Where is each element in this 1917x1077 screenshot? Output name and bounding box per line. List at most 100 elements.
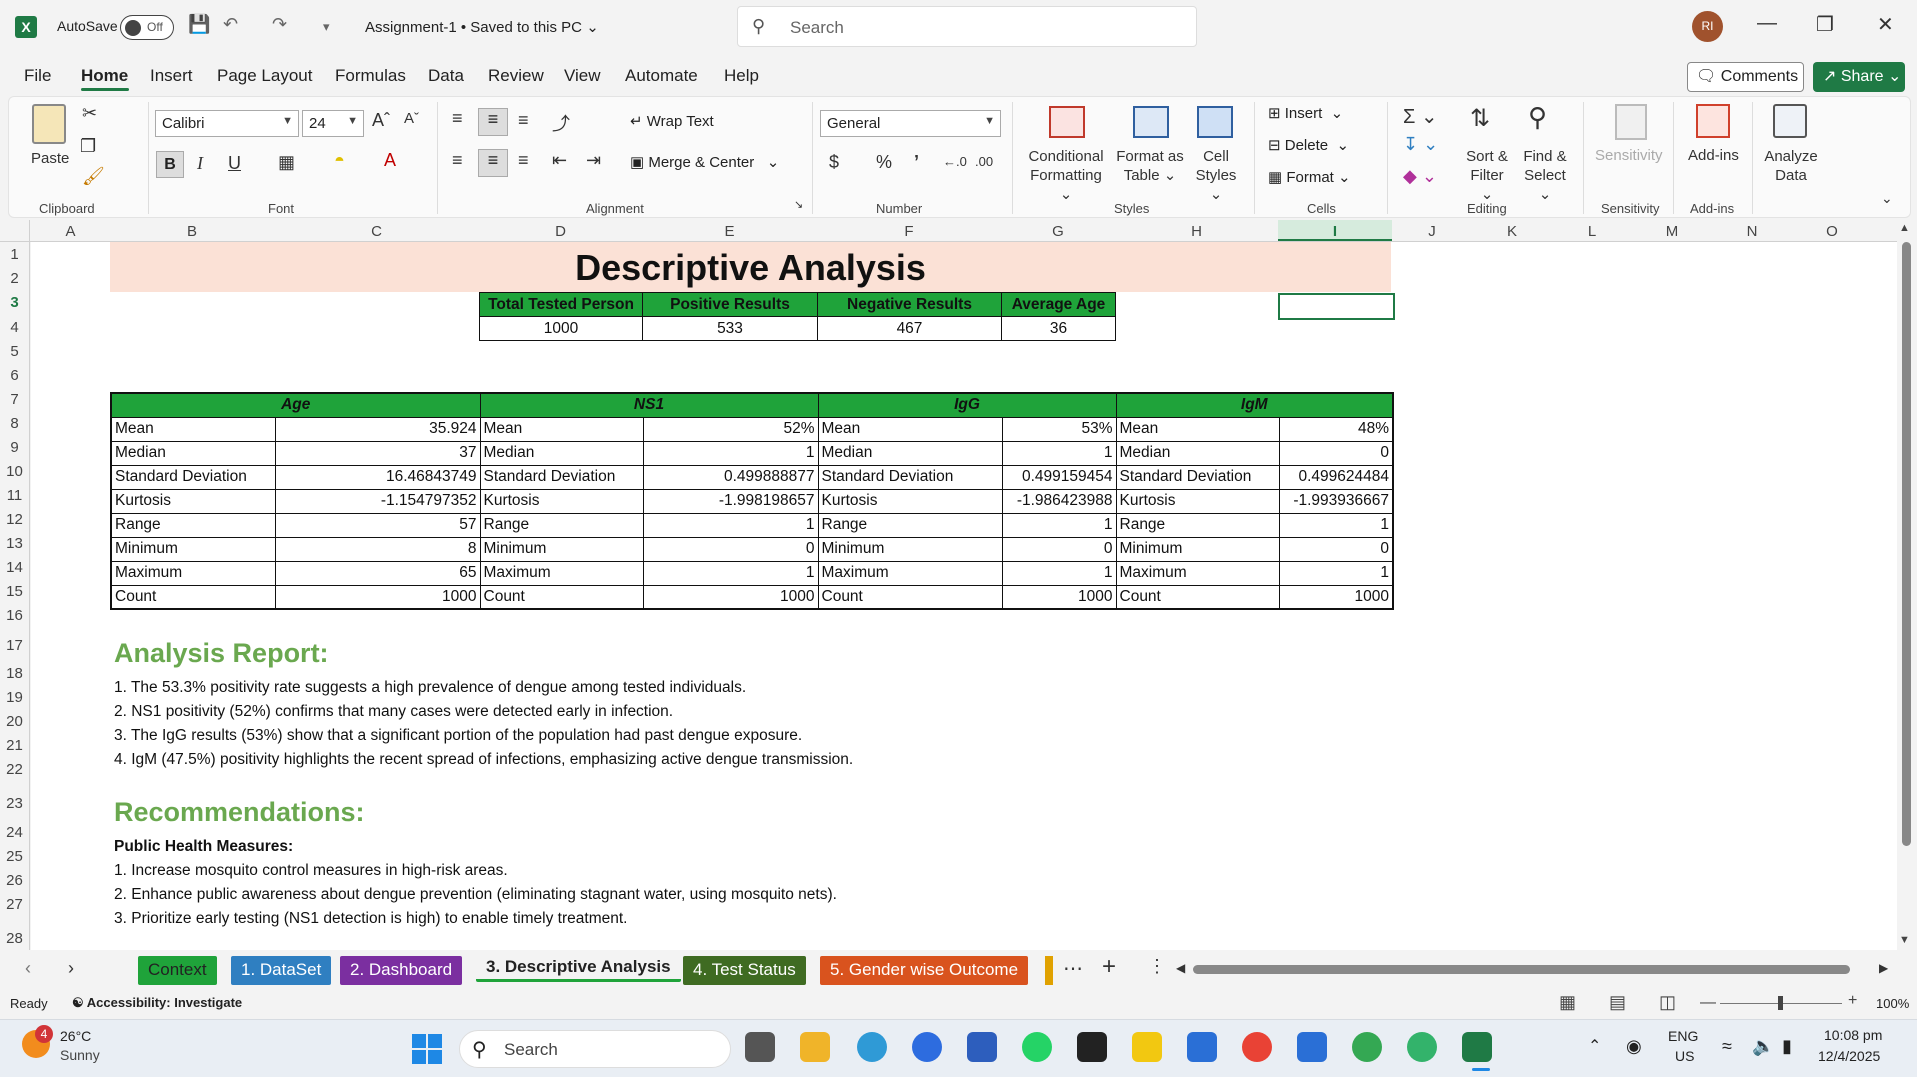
stat-value-cell[interactable]: -1.986423988 bbox=[1001, 488, 1117, 514]
stat-label-cell[interactable]: Standard Deviation bbox=[110, 464, 276, 490]
column-header-d[interactable]: D bbox=[479, 223, 642, 240]
clock-time[interactable]: 10:08 pm bbox=[1824, 1027, 1882, 1043]
stat-label-cell[interactable]: Median bbox=[817, 440, 1003, 466]
stat-label-cell[interactable]: Maximum bbox=[1115, 560, 1280, 586]
stat-value-cell[interactable]: 1 bbox=[1278, 560, 1394, 586]
tab-view[interactable]: View bbox=[564, 66, 601, 86]
zoom-level[interactable]: 100% bbox=[1876, 996, 1909, 1011]
collapse-ribbon-icon[interactable]: ⌄ bbox=[1881, 190, 1893, 207]
whatsapp-icon[interactable] bbox=[1022, 1032, 1052, 1062]
paste-icon[interactable] bbox=[32, 104, 66, 144]
summary-value-cell[interactable]: 467 bbox=[817, 316, 1002, 341]
row-header[interactable]: 26 bbox=[0, 872, 29, 889]
row-header[interactable]: 25 bbox=[0, 848, 29, 865]
column-header-h[interactable]: H bbox=[1115, 223, 1278, 240]
column-header-c[interactable]: C bbox=[274, 223, 479, 240]
stat-label-cell[interactable]: Mean bbox=[817, 416, 1003, 442]
stat-value-cell[interactable]: 1000 bbox=[642, 584, 819, 610]
excel-taskbar-icon[interactable] bbox=[1462, 1032, 1492, 1062]
analysis-item[interactable]: 1. The 53.3% positivity rate suggests a … bbox=[111, 676, 749, 699]
sheet-title[interactable]: Descriptive Analysis bbox=[110, 242, 1391, 292]
decrease-decimal-icon[interactable]: .00 bbox=[975, 154, 993, 169]
stat-label-cell[interactable]: Minimum bbox=[1115, 536, 1280, 562]
column-header-n[interactable]: N bbox=[1712, 223, 1792, 240]
increase-font-icon[interactable]: Aˆ bbox=[372, 110, 390, 131]
stat-label-cell[interactable]: Standard Deviation bbox=[1115, 464, 1280, 490]
stat-value-cell[interactable]: 16.46843749 bbox=[274, 464, 481, 490]
stat-label-cell[interactable]: Median bbox=[1115, 440, 1280, 466]
restore-icon[interactable]: ❐ bbox=[1816, 12, 1834, 37]
stat-value-cell[interactable]: 53% bbox=[1001, 416, 1117, 442]
stat-label-cell[interactable]: Standard Deviation bbox=[479, 464, 644, 490]
autosum-icon[interactable]: Σ ⌄ bbox=[1403, 104, 1438, 129]
font-name-combo[interactable]: Calibri ▼ bbox=[155, 110, 299, 137]
store-icon[interactable] bbox=[967, 1032, 997, 1062]
sheet-tab-gender-outcome[interactable]: 5. Gender wise Outcome bbox=[820, 956, 1029, 985]
summary-header-cell[interactable]: Average Age bbox=[1001, 292, 1116, 317]
stat-label-cell[interactable]: Range bbox=[1115, 512, 1280, 538]
stat-label-cell[interactable]: Count bbox=[110, 584, 276, 610]
stat-label-cell[interactable]: Minimum bbox=[110, 536, 276, 562]
find-select-icon[interactable]: ⚲ bbox=[1528, 102, 1547, 133]
bold-button[interactable]: B bbox=[156, 151, 184, 178]
next-sheet-icon[interactable]: › bbox=[68, 958, 74, 979]
chat-icon[interactable] bbox=[1407, 1032, 1437, 1062]
public-health-label[interactable]: Public Health Measures: bbox=[111, 835, 296, 858]
row-header[interactable]: 21 bbox=[0, 737, 29, 754]
battery-icon[interactable]: ▮ bbox=[1782, 1036, 1792, 1057]
align-top-icon[interactable]: ≡ bbox=[452, 108, 463, 129]
mail-icon[interactable] bbox=[1187, 1032, 1217, 1062]
selected-cell-i3[interactable] bbox=[1278, 293, 1395, 320]
chrome-icon[interactable] bbox=[1242, 1032, 1272, 1062]
avatar[interactable]: RI bbox=[1692, 11, 1723, 42]
cell-styles-button[interactable]: Cell Styles ⌄ bbox=[1192, 147, 1240, 204]
row-header[interactable]: 20 bbox=[0, 713, 29, 730]
align-left-icon[interactable]: ≡ bbox=[452, 150, 463, 171]
paste-label[interactable]: Paste bbox=[31, 150, 69, 167]
stat-label-cell[interactable]: Standard Deviation bbox=[817, 464, 1003, 490]
add-ins-button[interactable]: Add-ins bbox=[1688, 147, 1739, 164]
scroll-right-icon[interactable]: ▶ bbox=[1879, 961, 1888, 975]
stat-value-cell[interactable]: 1 bbox=[1278, 512, 1394, 538]
select-all-corner[interactable] bbox=[0, 220, 30, 242]
stat-value-cell[interactable]: 1 bbox=[642, 560, 819, 586]
tab-help[interactable]: Help bbox=[724, 66, 759, 86]
row-header[interactable]: 8 bbox=[0, 415, 29, 432]
page-layout-view-icon[interactable]: ▤ bbox=[1609, 992, 1626, 1013]
row-header[interactable]: 13 bbox=[0, 535, 29, 552]
row-header[interactable]: 28 bbox=[0, 930, 29, 947]
fill-icon[interactable]: ↧ ⌄ bbox=[1403, 134, 1438, 155]
tab-automate[interactable]: Automate bbox=[625, 66, 698, 86]
summary-header-cell[interactable]: Positive Results bbox=[642, 292, 818, 317]
conditional-formatting-icon[interactable] bbox=[1049, 106, 1085, 138]
recommendation-item[interactable]: 3. Prioritize early testing (NS1 detecti… bbox=[111, 907, 630, 930]
stat-label-cell[interactable]: Count bbox=[817, 584, 1003, 610]
stat-value-cell[interactable]: 0 bbox=[1001, 536, 1117, 562]
tab-review[interactable]: Review bbox=[488, 66, 544, 86]
stat-label-cell[interactable]: Maximum bbox=[479, 560, 644, 586]
tab-page-layout[interactable]: Page Layout bbox=[217, 66, 312, 86]
align-right-icon[interactable]: ≡ bbox=[518, 150, 529, 171]
orientation-icon[interactable]: ⤴ bbox=[552, 110, 570, 136]
sort-filter-button[interactable]: Sort & Filter ⌄ bbox=[1462, 147, 1512, 204]
summary-value-cell[interactable]: 533 bbox=[642, 316, 818, 341]
row-header[interactable]: 24 bbox=[0, 824, 29, 841]
weather-desc[interactable]: Sunny bbox=[60, 1047, 100, 1063]
sheet-options-icon[interactable]: ⋮ bbox=[1148, 956, 1166, 977]
column-header-g[interactable]: G bbox=[1001, 223, 1115, 240]
increase-indent-icon[interactable]: ⇥ bbox=[586, 150, 601, 171]
stat-label-cell[interactable]: Mean bbox=[1115, 416, 1280, 442]
zoom-slider-thumb[interactable] bbox=[1778, 996, 1783, 1010]
analyze-data-icon[interactable] bbox=[1773, 104, 1807, 138]
stat-label-cell[interactable]: Minimum bbox=[479, 536, 644, 562]
stat-value-cell[interactable]: 1 bbox=[1001, 512, 1117, 538]
analyze-data-button[interactable]: Analyze Data bbox=[1763, 147, 1819, 185]
stat-group-header[interactable]: IgG bbox=[817, 392, 1117, 418]
stat-label-cell[interactable]: Mean bbox=[479, 416, 644, 442]
analysis-heading[interactable]: Analysis Report: bbox=[114, 638, 329, 669]
weather-temp[interactable]: 26°C bbox=[60, 1028, 91, 1044]
scroll-up-icon[interactable]: ▲ bbox=[1899, 222, 1910, 234]
sheet-tab-context[interactable]: Context bbox=[138, 956, 217, 985]
recommendation-item[interactable]: 1. Increase mosquito control measures in… bbox=[111, 859, 511, 882]
language-top[interactable]: ENG bbox=[1668, 1028, 1698, 1044]
